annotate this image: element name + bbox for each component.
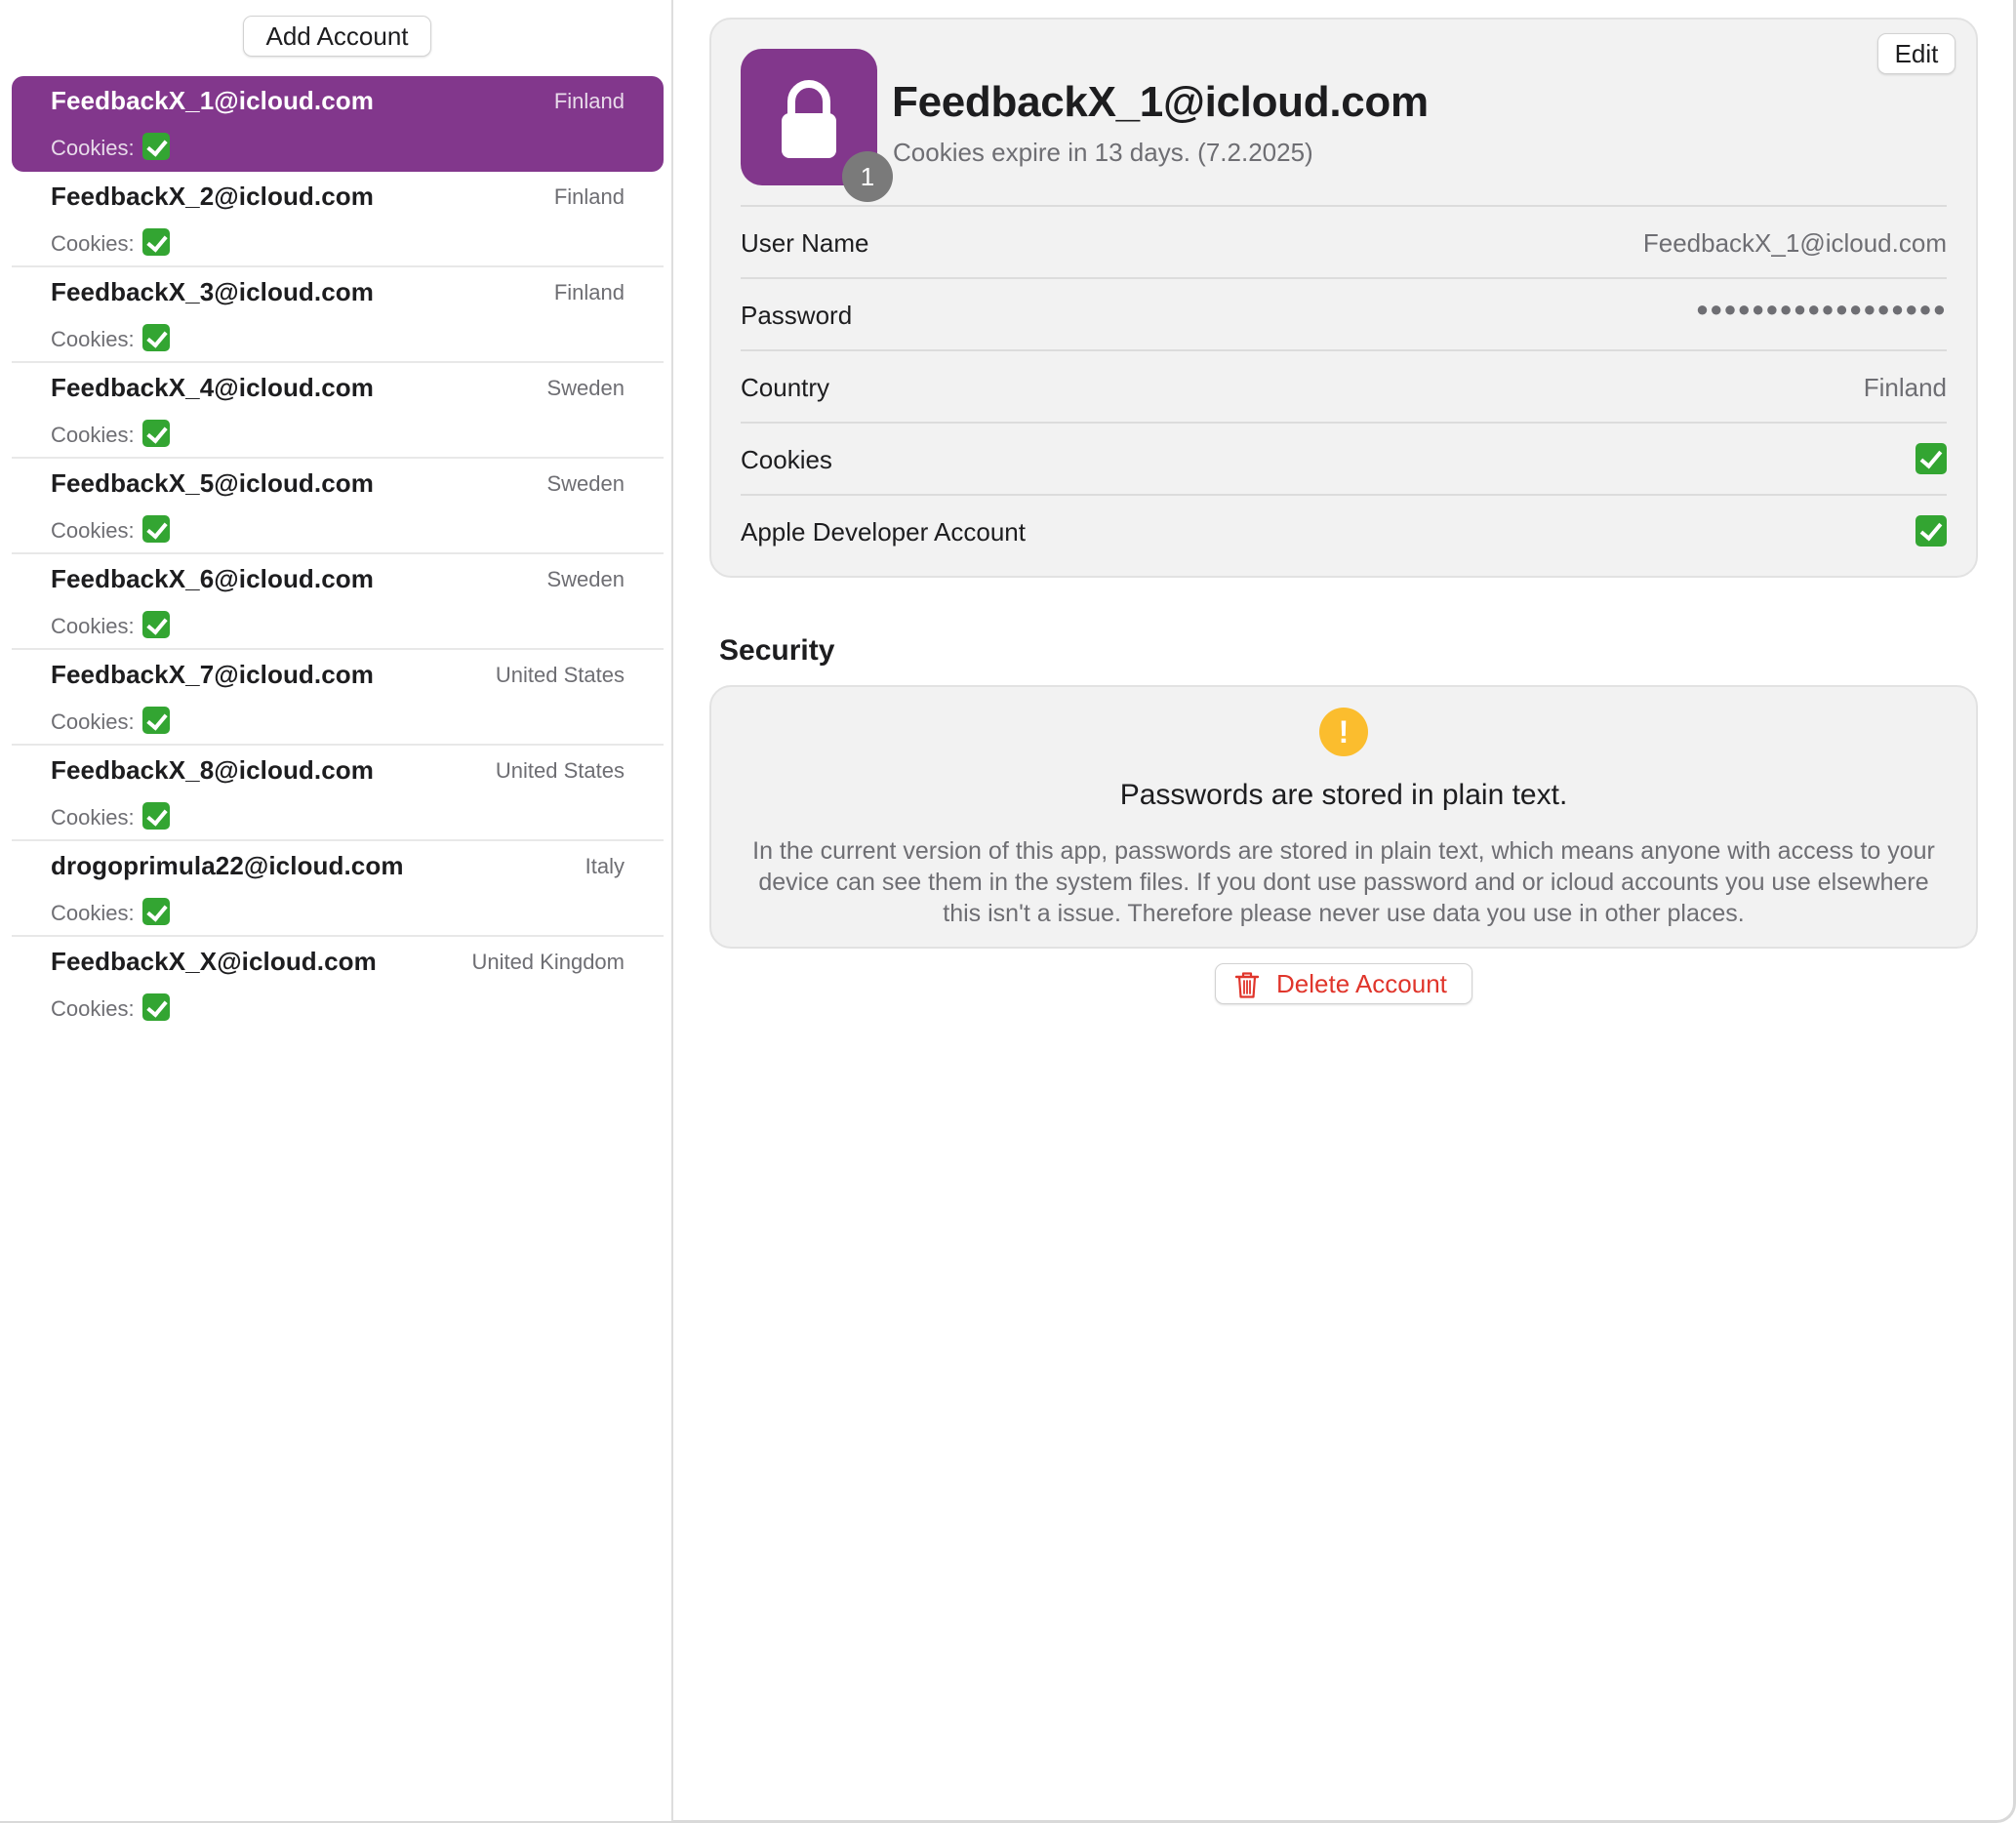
- account-country: Sweden: [546, 471, 625, 496]
- checkmark-icon: [141, 707, 170, 734]
- delete-account-label: Delete Account: [1276, 969, 1447, 998]
- exclamation-icon: !: [1319, 708, 1368, 756]
- account-item-7[interactable]: FeedbackX_7@icloud.com United States Coo…: [12, 650, 664, 746]
- account-cookies-status: Cookies:: [51, 420, 170, 448]
- cookies-label: Cookies:: [51, 901, 135, 925]
- account-cookies-status: Cookies:: [51, 515, 170, 544]
- checkmark-icon: [1915, 515, 1947, 547]
- cookies-label: Cookies: [741, 445, 832, 474]
- field-row-cookies: Cookies: [741, 422, 1947, 494]
- cookies-label: Cookies:: [51, 231, 135, 256]
- account-cookies-status: Cookies:: [51, 611, 170, 639]
- checkmark-icon: [141, 993, 170, 1021]
- country-label: Country: [741, 373, 830, 402]
- account-item-4[interactable]: FeedbackX_4@icloud.com Sweden Cookies:: [12, 363, 664, 459]
- cookies-label: Cookies:: [51, 709, 135, 734]
- cookies-label: Cookies:: [51, 518, 135, 543]
- account-item-6[interactable]: FeedbackX_6@icloud.com Sweden Cookies:: [12, 554, 664, 650]
- account-email: FeedbackX_6@icloud.com: [51, 564, 374, 593]
- account-country: Sweden: [546, 567, 625, 591]
- password-value: ●●●●●●●●●●●●●●●●●●: [1695, 297, 1947, 321]
- notification-badge: 1: [842, 151, 893, 202]
- account-country: Finland: [553, 89, 625, 113]
- account-country: United Kingdom: [471, 950, 625, 974]
- cookies-value: [1915, 443, 1947, 476]
- account-item-5[interactable]: FeedbackX_5@icloud.com Sweden Cookies:: [12, 459, 664, 554]
- account-cookies-status: Cookies:: [51, 707, 170, 735]
- username-label: User Name: [741, 228, 869, 258]
- account-cookies-status: Cookies:: [51, 802, 170, 830]
- account-item-2[interactable]: FeedbackX_2@icloud.com Finland Cookies:: [12, 172, 664, 267]
- country-value: Finland: [1863, 373, 1947, 402]
- security-warning-body: In the current version of this app, pass…: [752, 837, 1935, 927]
- checkmark-icon: [1915, 443, 1947, 474]
- checkmark-icon: [141, 324, 170, 351]
- developer-account-label: Apple Developer Account: [741, 517, 1026, 547]
- account-title: FeedbackX_1@icloud.com: [892, 78, 1429, 126]
- account-country: United States: [495, 663, 625, 687]
- account-email: FeedbackX_2@icloud.com: [51, 182, 374, 211]
- account-item-10[interactable]: FeedbackX_X@icloud.com United Kingdom Co…: [12, 937, 664, 1033]
- cookies-label: Cookies:: [51, 423, 135, 447]
- checkmark-icon: [141, 515, 170, 543]
- account-email: FeedbackX_7@icloud.com: [51, 660, 374, 689]
- account-country: Finland: [553, 280, 625, 304]
- username-value: FeedbackX_1@icloud.com: [1642, 228, 1947, 258]
- account-cookies-status: Cookies:: [51, 993, 170, 1022]
- account-list: FeedbackX_1@icloud.com Finland Cookies: …: [12, 76, 664, 1033]
- field-row-developer-account: Apple Developer Account: [741, 494, 1947, 566]
- account-country: Sweden: [546, 376, 625, 400]
- cookies-label: Cookies:: [51, 805, 135, 830]
- password-label: Password: [741, 301, 853, 330]
- sidebar: Add Account FeedbackX_1@icloud.com Finla…: [0, 0, 673, 1821]
- account-country: United States: [495, 758, 625, 783]
- account-item-8[interactable]: FeedbackX_8@icloud.com United States Coo…: [12, 746, 664, 841]
- account-email: FeedbackX_3@icloud.com: [51, 277, 374, 306]
- account-cookies-status: Cookies:: [51, 324, 170, 352]
- account-cookies-status: Cookies:: [51, 133, 170, 161]
- cookies-label: Cookies:: [51, 996, 135, 1021]
- cookies-label: Cookies:: [51, 136, 135, 160]
- cookies-label: Cookies:: [51, 327, 135, 351]
- lock-icon: [782, 80, 836, 158]
- cookies-label: Cookies:: [51, 614, 135, 638]
- app-window: Add Account FeedbackX_1@icloud.com Finla…: [0, 0, 2016, 1823]
- checkmark-icon: [141, 228, 170, 256]
- account-email: drogoprimula22@icloud.com: [51, 851, 404, 880]
- account-item-1[interactable]: FeedbackX_1@icloud.com Finland Cookies:: [12, 76, 664, 172]
- field-row-country: Country Finland: [741, 349, 1947, 422]
- account-email: FeedbackX_4@icloud.com: [51, 373, 374, 402]
- checkmark-icon: [141, 611, 170, 638]
- account-email: FeedbackX_1@icloud.com: [51, 86, 374, 115]
- security-section-title: Security: [719, 634, 835, 667]
- security-warning-title: Passwords are stored in plain text.: [1119, 779, 1568, 811]
- account-cookies-status: Cookies:: [51, 898, 170, 926]
- account-item-9[interactable]: drogoprimula22@icloud.com Italy Cookies:: [12, 841, 664, 937]
- delete-account-button[interactable]: Delete Account: [1215, 963, 1472, 1004]
- developer-account-value: [1915, 515, 1947, 548]
- edit-button[interactable]: Edit: [1877, 33, 1956, 74]
- account-item-3[interactable]: FeedbackX_3@icloud.com Finland Cookies:: [12, 267, 664, 363]
- checkmark-icon: [141, 133, 170, 160]
- account-country: Italy: [585, 854, 625, 878]
- account-cookies-status: Cookies:: [51, 228, 170, 257]
- checkmark-icon: [141, 420, 170, 447]
- account-email: FeedbackX_8@icloud.com: [51, 755, 374, 785]
- account-email: FeedbackX_X@icloud.com: [51, 947, 377, 976]
- cookie-expiry-text: Cookies expire in 13 days. (7.2.2025): [893, 138, 1313, 167]
- account-country: Finland: [553, 184, 625, 209]
- field-row-username: User Name FeedbackX_1@icloud.com: [741, 205, 1947, 277]
- checkmark-icon: [141, 898, 170, 925]
- account-email: FeedbackX_5@icloud.com: [51, 468, 374, 498]
- field-row-password: Password ●●●●●●●●●●●●●●●●●●: [741, 277, 1947, 349]
- trash-icon: [1234, 972, 1260, 998]
- checkmark-icon: [141, 802, 170, 830]
- add-account-button[interactable]: Add Account: [243, 16, 431, 57]
